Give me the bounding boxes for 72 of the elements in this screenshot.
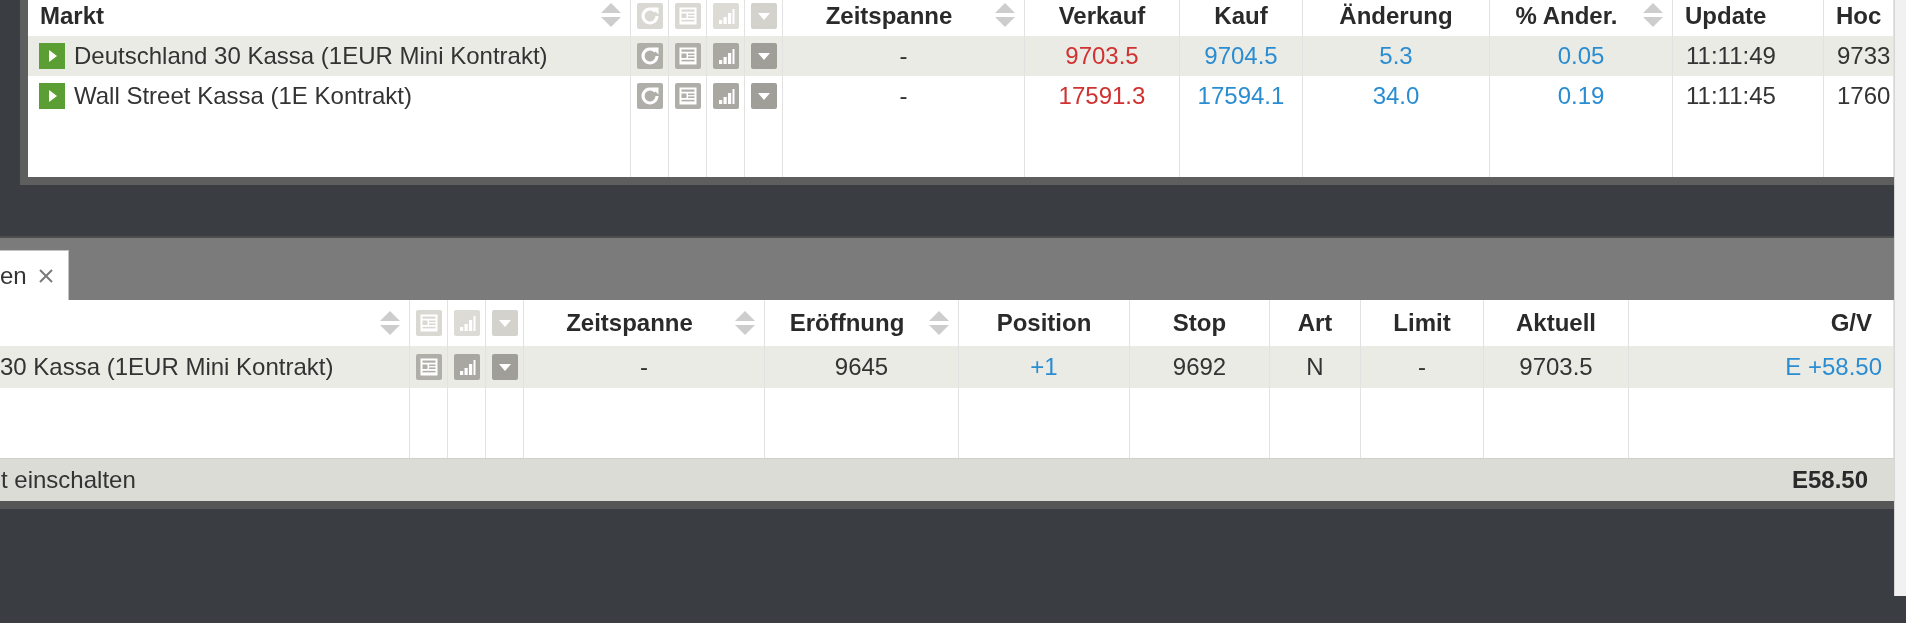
- table-row[interactable]: Deutschland 30 Kassa (1EUR Mini Kontrakt) - 9703.5 9704.5 5.3 0.05 11:11:49 9733: [28, 36, 1894, 76]
- table-cell: -: [524, 346, 765, 388]
- caret-down-icon[interactable]: [491, 354, 518, 380]
- column-header[interactable]: % Ander.: [1515, 0, 1618, 29]
- close-icon[interactable]: [38, 268, 53, 283]
- table-row[interactable]: Wall Street Kassa (1E Kontrakt) - 17591.3 17594.1 34.0 0.19 11:11:45 1760: [28, 76, 1894, 116]
- caret-down-icon[interactable]: [750, 83, 777, 109]
- table-cell: 9692: [1130, 346, 1270, 388]
- table-cell: 17594.1: [1180, 76, 1303, 116]
- table-cell: 9704.5: [1180, 36, 1303, 76]
- column-header[interactable]: Hoc: [1836, 0, 1882, 29]
- document-icon[interactable]: [674, 83, 701, 109]
- caret-down-icon[interactable]: [750, 43, 777, 69]
- market-name: Wall Street Kassa (1E Kontrakt): [74, 82, 412, 110]
- column-header[interactable]: Limit: [1393, 309, 1451, 337]
- scrollbar-track[interactable]: [1894, 0, 1906, 596]
- table-cell: -: [783, 76, 1025, 116]
- document-icon[interactable]: [415, 354, 442, 380]
- column-header[interactable]: Eröffnung: [789, 309, 905, 337]
- column-header[interactable]: Aktuell: [1516, 309, 1596, 337]
- table-cell: +1: [959, 346, 1130, 388]
- market-name: Deutschland 30 Kassa (1EUR Mini Kontrakt): [74, 42, 548, 70]
- table-cell: 30 Kassa (1EUR Mini Kontrakt): [0, 346, 410, 388]
- bar-chart-icon[interactable]: [712, 43, 739, 69]
- column-header[interactable]: Zeitspanne: [566, 309, 693, 337]
- column-header[interactable]: Art: [1297, 309, 1333, 337]
- table-cell: 9703.5: [1025, 36, 1180, 76]
- table-cell: -: [783, 36, 1025, 76]
- sort-icon[interactable]: [380, 310, 400, 336]
- column-header[interactable]: Stop: [1172, 309, 1227, 337]
- document-icon: [674, 3, 701, 29]
- table-cell: -: [1361, 346, 1484, 388]
- column-header[interactable]: Zeitspanne: [825, 0, 953, 29]
- table-cell: 11:11:49: [1673, 36, 1824, 76]
- table-cell: 9703.5: [1484, 346, 1629, 388]
- bar-chart-icon[interactable]: [712, 83, 739, 109]
- sort-icon[interactable]: [929, 310, 949, 336]
- document-icon: [415, 310, 442, 336]
- column-header[interactable]: Update: [1685, 0, 1767, 29]
- refresh-icon[interactable]: [636, 83, 663, 109]
- column-header[interactable]: G/V: [1830, 309, 1872, 337]
- caret-down-icon: [491, 310, 518, 336]
- column-header[interactable]: Änderung: [1339, 0, 1453, 29]
- table-cell: 5.3: [1303, 36, 1490, 76]
- sort-icon[interactable]: [1643, 2, 1663, 28]
- table-cell: N: [1270, 346, 1361, 388]
- table-cell: 9645: [765, 346, 959, 388]
- column-header[interactable]: Verkauf: [1058, 0, 1146, 29]
- table-cell: 11:11:45: [1673, 76, 1824, 116]
- sort-icon[interactable]: [995, 2, 1015, 28]
- column-header[interactable]: Position: [996, 309, 1092, 337]
- bar-chart-icon: [453, 310, 480, 336]
- table-cell: 34.0: [1303, 76, 1490, 116]
- table-cell: 0.05: [1490, 36, 1673, 76]
- total-value: E58.50: [1791, 466, 1868, 494]
- play-icon[interactable]: [39, 83, 65, 109]
- bar-chart-icon: [712, 3, 739, 29]
- play-icon[interactable]: [39, 43, 65, 69]
- refresh-icon: [636, 3, 663, 29]
- sort-icon[interactable]: [601, 2, 621, 28]
- refresh-icon[interactable]: [636, 43, 663, 69]
- table-cell: 0.19: [1490, 76, 1673, 116]
- column-header[interactable]: Kauf: [1214, 0, 1268, 29]
- sort-icon[interactable]: [735, 310, 755, 336]
- footer-text: t einschalten: [1, 466, 136, 494]
- table-cell: 17591.3: [1025, 76, 1180, 116]
- column-header[interactable]: Markt: [40, 0, 105, 29]
- caret-down-icon: [750, 3, 777, 29]
- bar-chart-icon[interactable]: [453, 354, 480, 380]
- panel-tab[interactable]: en: [0, 250, 69, 300]
- document-icon[interactable]: [674, 43, 701, 69]
- table-row[interactable]: 30 Kassa (1EUR Mini Kontrakt) - 9645 +1 9692 N - 9703.5 E +58.50: [0, 346, 1894, 388]
